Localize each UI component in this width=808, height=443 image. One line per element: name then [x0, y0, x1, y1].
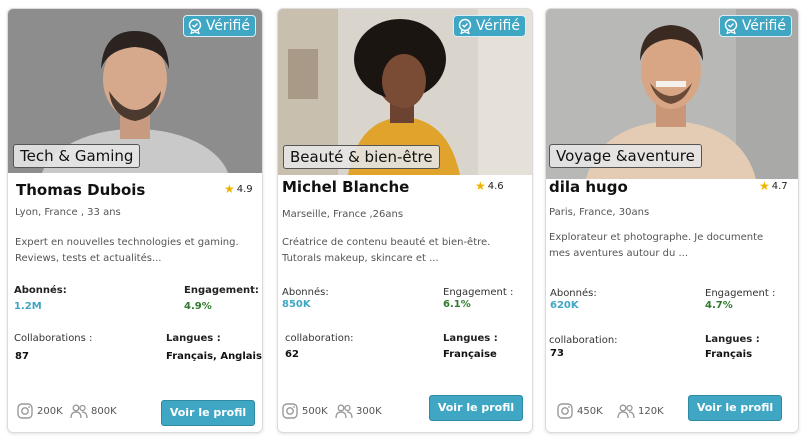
instagram-icon — [557, 403, 573, 419]
verified-badge: Vérifié — [718, 15, 792, 37]
verified-label: Vérifié — [741, 18, 786, 34]
languages-label: Langues : — [166, 333, 221, 344]
collaborations-value: 73 — [550, 348, 564, 359]
collaborations-value: 62 — [285, 349, 299, 360]
influencer-name: Thomas Dubois — [16, 181, 146, 199]
engagement-value: 4.7% — [705, 300, 733, 311]
category-tag: Tech & Gaming — [13, 144, 141, 168]
rating: ★ 4.7 — [759, 180, 788, 192]
instagram-icon — [282, 403, 298, 419]
star-icon: ★ — [475, 179, 486, 193]
engagement-label: Engagement : — [705, 288, 776, 299]
users-icon — [335, 404, 353, 419]
category-tag: Voyage &aventure — [549, 144, 702, 168]
collaborations-label: collaboration: — [285, 333, 354, 344]
view-profile-button[interactable]: Voir le profil — [161, 400, 255, 426]
community-count: 800K — [91, 405, 117, 417]
followers-value: 850K — [282, 299, 311, 310]
verified-badge: Vérifié — [182, 15, 256, 37]
instagram-stat: 500K — [281, 403, 328, 419]
view-profile-button[interactable]: Voir le profil — [688, 395, 782, 421]
community-count: 120K — [638, 405, 664, 417]
followers-label: Abonnés: — [282, 287, 329, 298]
verified-icon — [458, 18, 472, 34]
profile-photo: Vérifié Tech & Gaming — [8, 9, 262, 173]
star-icon: ★ — [224, 182, 235, 196]
verified-badge: Vérifié — [452, 15, 526, 37]
followers-value: 620K — [550, 300, 579, 311]
instagram-count: 200K — [37, 405, 63, 417]
languages-value: Français — [705, 349, 753, 360]
engagement-label: Engagement: — [184, 285, 259, 296]
users-icon — [70, 404, 88, 419]
instagram-stat: 450K — [556, 403, 603, 419]
rating-value: 4.6 — [487, 180, 504, 192]
followers-label: Abonnés: — [550, 288, 597, 299]
location-age: Marseille, France ,26ans — [282, 209, 404, 220]
description: Expert en nouvelles technologies et gami… — [15, 237, 239, 264]
verified-label: Vérifié — [475, 18, 520, 34]
rating: ★ 4.6 — [475, 180, 504, 192]
verified-label: Vérifié — [205, 18, 250, 34]
languages-value: Français, Anglais — [166, 351, 262, 362]
followers-value: 1.2M — [14, 301, 42, 312]
community-stat: 800K — [70, 403, 117, 419]
view-profile-button[interactable]: Voir le profil — [429, 395, 523, 421]
location-age: Lyon, France , 33 ans — [15, 207, 121, 218]
engagement-value: 4.9% — [184, 301, 212, 312]
influencer-name: Michel Blanche — [282, 178, 410, 196]
profile-photo: Vérifié Voyage &aventure — [546, 9, 798, 179]
influencer-card: Vérifié Voyage &aventure dila hugo ★ 4.7 … — [545, 8, 799, 433]
community-count: 300K — [356, 405, 382, 417]
languages-value: Française — [443, 349, 497, 360]
profile-photo: Vérifié Beauté & bien-être — [278, 9, 532, 175]
languages-label: Langues : — [705, 334, 760, 345]
community-stat: 120K — [617, 403, 664, 419]
engagement-label: Engagement : — [443, 287, 514, 298]
location-age: Paris, France, 30ans — [549, 207, 650, 218]
description: Créatrice de contenu beauté et bien-être… — [282, 237, 491, 264]
users-icon — [617, 404, 635, 419]
collaborations-label: Collaborations : — [14, 333, 93, 344]
languages-label: Langues : — [443, 333, 498, 344]
collaborations-label: collaboration: — [549, 335, 618, 346]
influencer-name: dila hugo — [549, 178, 628, 196]
verified-icon — [724, 18, 738, 34]
category-tag: Beauté & bien-être — [283, 145, 440, 169]
engagement-value: 6.1% — [443, 299, 471, 310]
instagram-count: 450K — [577, 405, 603, 417]
rating: ★ 4.9 — [224, 183, 253, 195]
rating-value: 4.9 — [236, 183, 253, 195]
verified-icon — [188, 18, 202, 34]
rating-value: 4.7 — [771, 180, 788, 192]
instagram-count: 500K — [302, 405, 328, 417]
followers-label: Abonnés: — [14, 285, 67, 296]
star-icon: ★ — [759, 179, 770, 193]
instagram-icon — [17, 403, 33, 419]
instagram-stat: 200K — [16, 403, 63, 419]
collaborations-value: 87 — [15, 351, 29, 362]
influencer-card: Vérifié Tech & Gaming Thomas Dubois ★ 4.9… — [7, 8, 263, 433]
influencer-card: Vérifié Beauté & bien-être Michel Blanch… — [277, 8, 533, 433]
description: Explorateur et photographe. Je documente… — [549, 232, 764, 259]
community-stat: 300K — [335, 403, 382, 419]
